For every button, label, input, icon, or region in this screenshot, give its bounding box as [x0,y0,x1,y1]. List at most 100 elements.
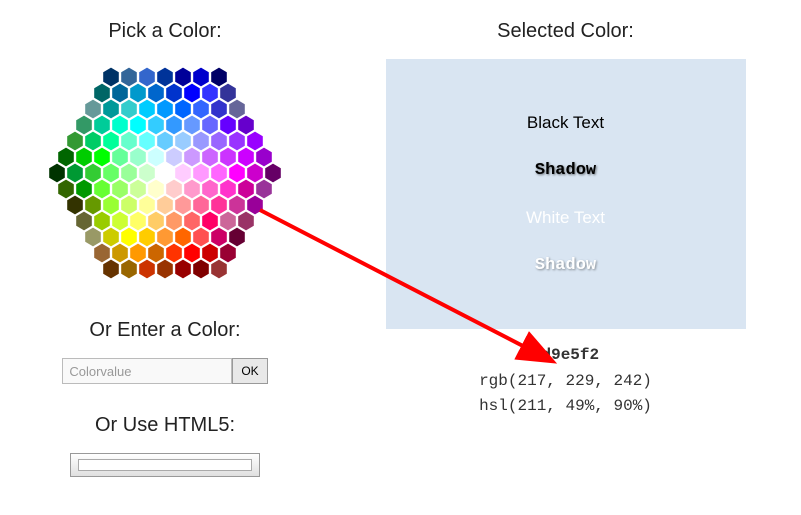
hex-cell[interactable] [157,260,173,279]
hex-cell[interactable] [175,132,191,151]
hex-cell[interactable] [247,196,263,215]
hex-cell[interactable] [148,148,164,167]
hex-cell[interactable] [94,212,110,231]
hex-cell[interactable] [85,228,101,247]
hex-cell[interactable] [58,180,74,199]
hex-cell[interactable] [256,180,272,199]
hex-cell[interactable] [112,212,128,231]
hex-cell[interactable] [130,180,146,199]
hex-cell[interactable] [220,244,236,263]
hex-cell[interactable] [211,132,227,151]
hex-cell[interactable] [175,228,191,247]
hex-cell[interactable] [121,100,137,119]
hex-cell[interactable] [85,100,101,119]
hex-cell[interactable] [94,84,110,103]
hex-cell[interactable] [193,132,209,151]
hex-cell[interactable] [130,148,146,167]
hex-cell[interactable] [157,68,173,87]
hex-cell[interactable] [76,148,92,167]
hex-cell[interactable] [139,260,155,279]
hex-cell[interactable] [130,84,146,103]
hex-cell[interactable] [67,164,83,183]
hex-cell[interactable] [256,148,272,167]
hex-cell[interactable] [103,164,119,183]
hex-cell[interactable] [211,68,227,87]
hex-cell[interactable] [157,196,173,215]
hex-cell[interactable] [220,212,236,231]
hexagon-svg[interactable] [45,59,285,289]
hex-cell[interactable] [130,116,146,135]
hex-cell[interactable] [193,164,209,183]
hex-cell[interactable] [202,180,218,199]
hex-cell[interactable] [139,228,155,247]
hex-cell[interactable] [229,164,245,183]
hex-cell[interactable] [184,244,200,263]
hex-cell[interactable] [58,148,74,167]
hex-cell[interactable] [238,148,254,167]
hex-cell[interactable] [76,116,92,135]
hex-cell[interactable] [238,180,254,199]
color-hexagon-picker[interactable] [45,59,285,289]
hex-cell[interactable] [103,68,119,87]
hex-cell[interactable] [121,228,137,247]
hex-cell[interactable] [193,68,209,87]
hex-cell[interactable] [94,116,110,135]
hex-cell[interactable] [229,196,245,215]
hex-cell[interactable] [67,132,83,151]
hex-cell[interactable] [121,68,137,87]
hex-cell[interactable] [139,132,155,151]
hex-cell[interactable] [49,164,65,183]
hex-cell[interactable] [130,244,146,263]
hex-cell[interactable] [94,148,110,167]
hex-cell[interactable] [103,132,119,151]
html5-color-input[interactable] [70,453,260,477]
hex-cell[interactable] [85,196,101,215]
hex-cell[interactable] [67,196,83,215]
ok-button[interactable]: OK [232,358,267,384]
hex-cell[interactable] [121,196,137,215]
hex-cell[interactable] [103,196,119,215]
hex-cell[interactable] [238,212,254,231]
hex-cell[interactable] [103,260,119,279]
hex-cell[interactable] [85,132,101,151]
hex-cell[interactable] [148,180,164,199]
hex-cell[interactable] [193,196,209,215]
hex-cell[interactable] [166,212,182,231]
hex-cell[interactable] [112,84,128,103]
hex-cell[interactable] [148,84,164,103]
hex-cell[interactable] [139,100,155,119]
hex-cell[interactable] [85,164,101,183]
hex-cell[interactable] [103,100,119,119]
hex-cell[interactable] [184,212,200,231]
hex-cell[interactable] [184,148,200,167]
hex-cell[interactable] [139,68,155,87]
hex-cell[interactable] [157,100,173,119]
hex-cell[interactable] [130,212,146,231]
hex-cell[interactable] [166,180,182,199]
hex-cell[interactable] [148,244,164,263]
hex-cell[interactable] [157,132,173,151]
hex-cell[interactable] [166,84,182,103]
hex-cell[interactable] [238,116,254,135]
hex-cell[interactable] [112,116,128,135]
hex-cell[interactable] [211,164,227,183]
hex-cell[interactable] [193,260,209,279]
hex-cell[interactable] [166,116,182,135]
hex-cell[interactable] [265,164,281,183]
hex-cell[interactable] [121,132,137,151]
color-value-input[interactable] [62,358,232,384]
hex-cell[interactable] [184,180,200,199]
hex-cell[interactable] [139,196,155,215]
hex-cell[interactable] [220,116,236,135]
hex-cell[interactable] [202,212,218,231]
hex-cell[interactable] [94,180,110,199]
hex-cell[interactable] [202,148,218,167]
hex-cell[interactable] [157,228,173,247]
hex-cell[interactable] [202,244,218,263]
hex-cell[interactable] [175,260,191,279]
hex-cell[interactable] [112,244,128,263]
hex-cell[interactable] [247,164,263,183]
hex-cell[interactable] [139,164,155,183]
hex-cell[interactable] [103,228,119,247]
hex-cell[interactable] [211,196,227,215]
